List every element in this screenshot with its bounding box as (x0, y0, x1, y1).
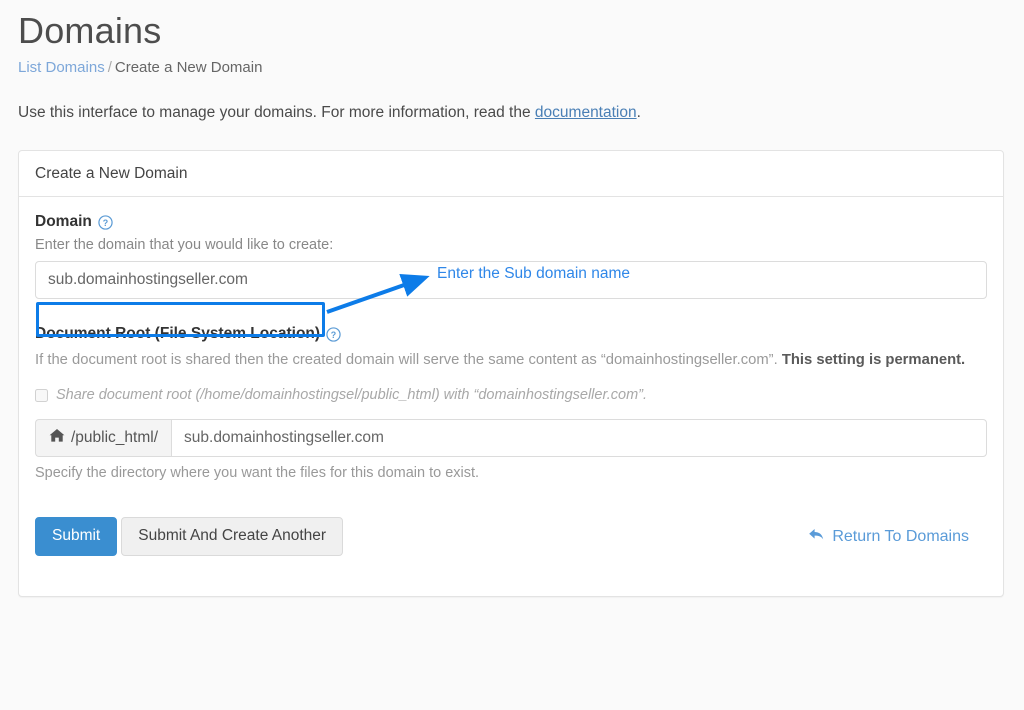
svg-text:?: ? (103, 217, 108, 227)
page-container: Domains List Domains / Create a New Domain… (0, 0, 1024, 710)
intro-text-before: Use this interface to manage your domain… (18, 104, 535, 121)
share-document-root-checkbox[interactable] (35, 388, 48, 402)
domain-field-label: Domain ? (35, 213, 987, 231)
return-to-domains-label: Return To Domains (832, 527, 969, 545)
card-body: Domain ? Enter the domain that you would… (19, 197, 1003, 596)
document-root-label: Document Root (File System Location) ? (35, 325, 987, 343)
document-root-input[interactable] (171, 419, 987, 458)
page-title: Domains (18, 10, 162, 51)
submit-and-create-another-button[interactable]: Submit And Create Another (121, 517, 344, 556)
share-document-root-row[interactable]: Share document root (/home/domainhosting… (35, 387, 987, 403)
create-domain-card: Create a New Domain Domain ? Enter the d… (18, 150, 1004, 597)
share-document-root-label: Share document root (/home/domainhosting… (56, 387, 648, 404)
document-root-path-addon: /public_html/ (35, 419, 172, 458)
card-header-title: Create a New Domain (19, 151, 1003, 197)
document-root-description-text: If the document root is shared then the … (35, 352, 782, 368)
breadcrumb-current: Create a New Domain (114, 59, 263, 76)
document-root-description-bold: This setting is permanent. (781, 352, 966, 368)
document-root-label-text: Document Root (File System Location) (35, 325, 321, 342)
documentation-link[interactable]: documentation (535, 104, 637, 121)
question-circle-icon[interactable]: ? (326, 326, 341, 342)
question-circle-icon[interactable]: ? (98, 214, 113, 230)
return-to-domains-link[interactable]: Return To Domains (808, 527, 987, 547)
breadcrumb-link-list-domains[interactable]: List Domains (18, 59, 105, 76)
submit-button[interactable]: Submit (35, 517, 118, 556)
breadcrumb: List Domains / Create a New Domain (18, 59, 1006, 76)
form-actions: Submit Submit And Create Another Return … (35, 517, 987, 556)
domain-field-hint: Enter the domain that you would like to … (35, 237, 334, 253)
document-root-help-block: Specify the directory where you want the… (35, 465, 480, 482)
document-root-input-group: /public_html/ (35, 419, 987, 458)
intro-text: Use this interface to manage your domain… (18, 104, 1006, 122)
intro-text-after: . (636, 104, 641, 121)
document-root-path-addon-label: /public_html/ (71, 429, 159, 447)
arrow-back-icon (808, 527, 825, 547)
domain-input[interactable] (35, 261, 987, 299)
svg-text:?: ? (331, 329, 336, 339)
domain-input-wrap (35, 261, 987, 299)
domain-label-text: Domain (35, 213, 92, 230)
document-root-description: If the document root is shared then the … (35, 350, 985, 371)
breadcrumb-separator: / (107, 59, 112, 76)
home-icon (49, 428, 65, 448)
